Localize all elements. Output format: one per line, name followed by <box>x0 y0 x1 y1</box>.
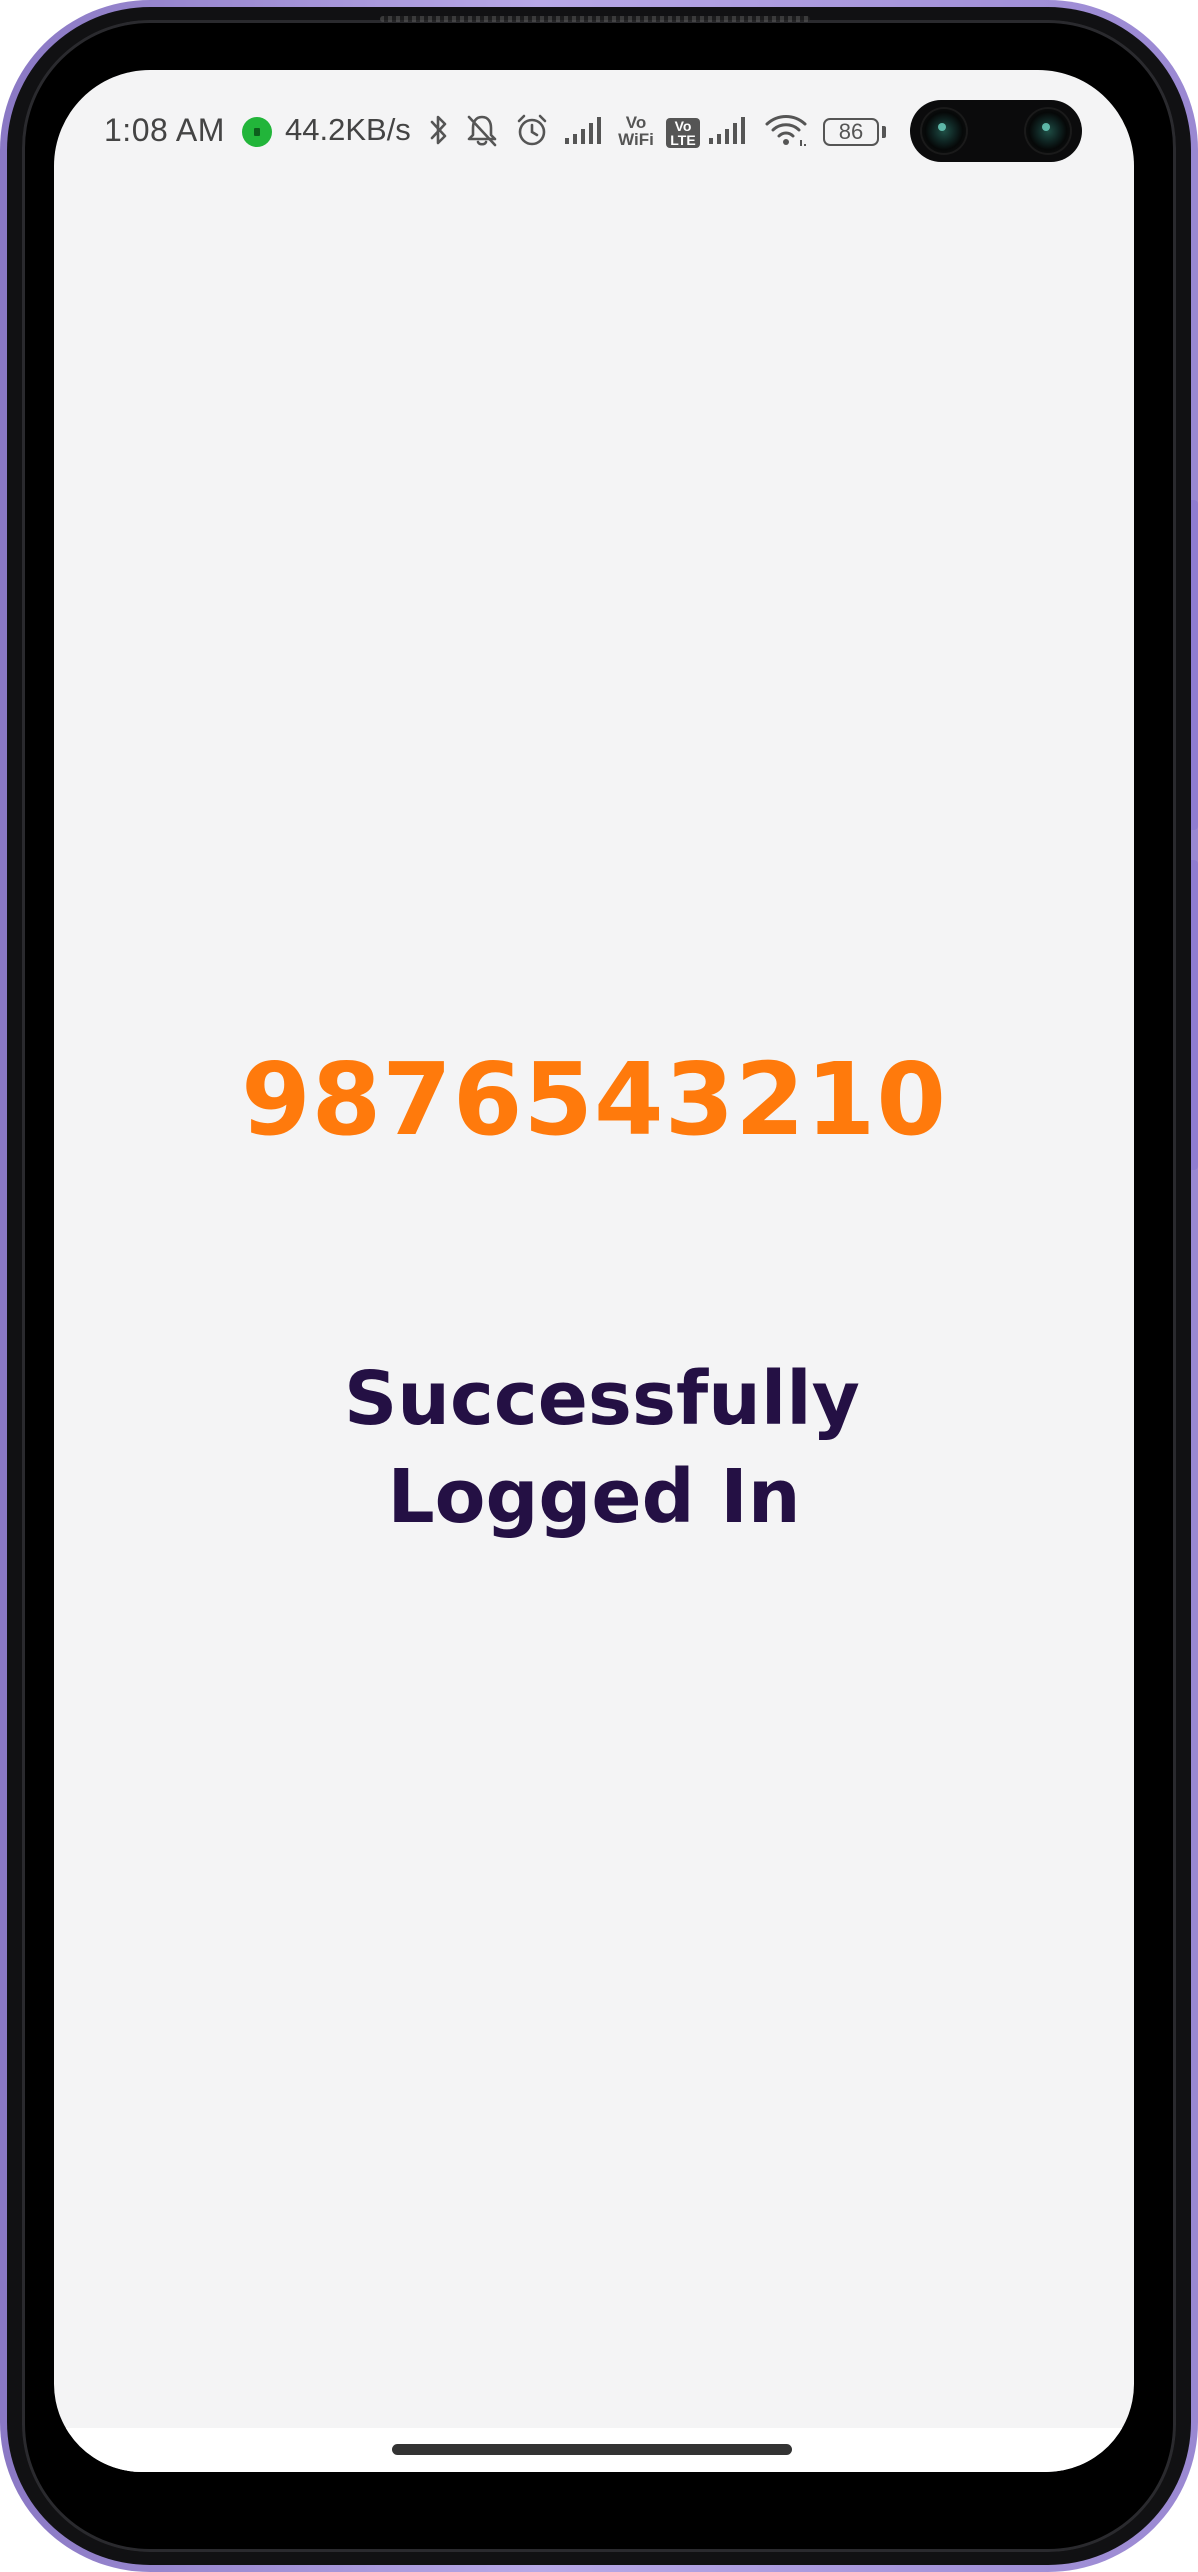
status-time: 1:08 AM <box>104 112 225 148</box>
network-speed: 44.2KB/s <box>285 112 411 147</box>
battery-tip <box>882 126 886 138</box>
camera-lens-icon <box>922 109 966 153</box>
notifications-off-icon <box>462 110 502 150</box>
vowifi-icon: Vo WiFi <box>616 114 656 148</box>
front-camera-cutout <box>910 100 1082 162</box>
phone-number: 9876543210 <box>241 1041 947 1158</box>
battery-icon: 86 <box>823 118 879 146</box>
volte-icon: Vo LTE <box>666 118 700 148</box>
success-message: Successfully Logged In <box>344 1356 860 1540</box>
wifi-icon <box>762 110 810 150</box>
earpiece-speaker <box>380 16 810 22</box>
signal-icon-2 <box>706 110 750 150</box>
vowifi-label-bottom: WiFi <box>618 130 654 149</box>
alarm-icon <box>512 110 552 150</box>
network-activity-icon <box>242 117 272 147</box>
signal-icon <box>562 110 606 150</box>
volume-button <box>1190 860 1198 1170</box>
bluetooth-icon <box>428 110 450 150</box>
camera-lens-icon <box>1026 109 1070 153</box>
home-gesture-handle[interactable] <box>392 2444 792 2455</box>
volte-label-bottom: LTE <box>670 132 696 148</box>
power-button <box>1190 500 1198 830</box>
status-bar: 1:08 AM 44.2KB/s Vo WiFi Vo LTE 86 <box>54 70 1134 190</box>
screen: 1:08 AM 44.2KB/s Vo WiFi Vo LTE 86 98765… <box>54 70 1134 2472</box>
